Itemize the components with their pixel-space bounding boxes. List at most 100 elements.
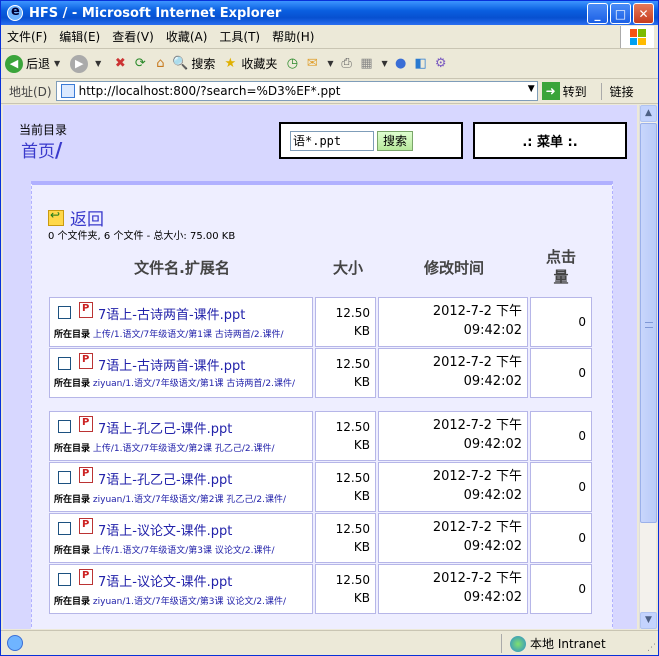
- research-icon[interactable]: ⚙: [432, 55, 450, 73]
- folder-link[interactable]: 上传/1.语文/7年级语文/第3课 议论文/2.课件/: [93, 546, 275, 556]
- file-link[interactable]: 7语上-议论文-课件.ppt: [98, 520, 232, 539]
- loc-label: 所在目录: [54, 546, 91, 556]
- print-icon[interactable]: ⎙: [338, 55, 356, 73]
- status-bar: 本地 Intranet ⋰: [1, 630, 658, 655]
- file-size: 12.50 KB: [315, 462, 376, 512]
- file-name-cell: 7语上-议论文-课件.ppt 所在目录 ziyuan/1.语文/7年级语文/第3…: [49, 564, 313, 614]
- menu-edit[interactable]: 编辑(E): [53, 28, 106, 45]
- links-button[interactable]: 链接: [600, 82, 634, 100]
- menu-tools[interactable]: 工具(T): [213, 28, 266, 45]
- maximize-button[interactable]: □: [610, 3, 631, 24]
- history-icon[interactable]: ◷: [283, 55, 301, 73]
- security-zone: 本地 Intranet: [501, 634, 606, 653]
- scroll-up-button[interactable]: ▲: [640, 105, 657, 122]
- table-row: 7语上-议论文-课件.ppt 所在目录 ziyuan/1.语文/7年级语文/第3…: [48, 563, 611, 614]
- home-icon[interactable]: ⌂: [151, 55, 169, 73]
- table-row: 7语上-孔乙己-课件.ppt 所在目录 上传/1.语文/7年级语文/第2课 孔乙…: [48, 410, 611, 461]
- menu-bar: 文件(F) 编辑(E) 查看(V) 收藏(A) 工具(T) 帮助(H): [1, 25, 658, 49]
- folder-link[interactable]: ziyuan/1.语文/7年级语文/第1课 古诗两首/2.课件/: [93, 379, 295, 389]
- file-modified: 2012-7-2 下午 09:42:02: [378, 564, 528, 614]
- scroll-thumb[interactable]: [640, 123, 657, 523]
- standard-toolbar: ◀ 后退 ▼ ▶ ▼ ✖ ⟳ ⌂ 🔍 搜索 ★ 收藏夹 ◷ ✉ ▼ ⎙ ▦ ▼ ● ◧ …: [1, 49, 658, 79]
- file-checkbox[interactable]: [58, 573, 71, 586]
- mail-icon[interactable]: ✉: [303, 55, 321, 73]
- folder-link[interactable]: 上传/1.语文/7年级语文/第2课 孔乙己/2.课件/: [93, 444, 275, 454]
- stop-icon[interactable]: ✖: [111, 55, 129, 73]
- column-header-size[interactable]: 大小: [317, 257, 379, 278]
- close-button[interactable]: ✕: [633, 3, 654, 24]
- loc-label: 所在目录: [54, 379, 91, 389]
- folder-summary: 0 个文件夹, 6 个文件 - 总大小: 75.00 KB: [48, 231, 236, 242]
- back-arrow-icon: ◀: [5, 54, 23, 73]
- ppt-file-icon: [79, 353, 93, 369]
- address-input[interactable]: http://localhost:800/?search=%D3%EF*.ppt…: [55, 81, 538, 101]
- menu-file[interactable]: 文件(F): [1, 28, 53, 45]
- related-icon[interactable]: ◧: [412, 55, 430, 73]
- ie-window: HFS / - Microsoft Internet Explorer _ □ …: [0, 0, 659, 656]
- back-folder-icon: [48, 208, 64, 226]
- file-hits: 0: [530, 513, 592, 563]
- column-header-hits[interactable]: 点击量: [540, 247, 582, 287]
- windows-logo-icon: [620, 26, 654, 48]
- page-status-icon: [7, 635, 23, 651]
- file-link[interactable]: 7语上-古诗两首-课件.ppt: [98, 304, 245, 323]
- back-button[interactable]: ◀ 后退 ▼: [5, 54, 64, 73]
- loc-label: 所在目录: [54, 330, 91, 340]
- go-arrow-icon: ➜: [541, 82, 560, 100]
- file-checkbox[interactable]: [58, 522, 71, 535]
- page-content: 当前目录 首页/ 搜索 .: 菜单 :. 返回 0 个文件夹, 6 个文件 - …: [3, 105, 637, 629]
- minimize-button[interactable]: _: [587, 3, 608, 24]
- file-checkbox[interactable]: [58, 306, 71, 319]
- file-hits: 0: [530, 297, 592, 347]
- file-modified: 2012-7-2 下午 09:42:02: [378, 297, 528, 347]
- file-table: 7语上-古诗两首-课件.ppt 所在目录 上传/1.语文/7年级语文/第1课 古…: [48, 296, 611, 614]
- file-size: 12.50 KB: [315, 564, 376, 614]
- go-button[interactable]: ➜ 转到: [541, 82, 587, 100]
- menu-box[interactable]: .: 菜单 :.: [473, 122, 627, 159]
- folder-link[interactable]: 上传/1.语文/7年级语文/第1课 古诗两首/2.课件/: [93, 330, 284, 340]
- folder-link[interactable]: ziyuan/1.语文/7年级语文/第2课 孔乙己/2.课件/: [93, 495, 286, 505]
- file-hits: 0: [530, 411, 592, 461]
- file-name-cell: 7语上-古诗两首-课件.ppt 所在目录 ziyuan/1.语文/7年级语文/第…: [49, 348, 313, 398]
- column-header-name[interactable]: 文件名.扩展名: [122, 257, 242, 278]
- file-name-cell: 7语上-古诗两首-课件.ppt 所在目录 上传/1.语文/7年级语文/第1课 古…: [49, 297, 313, 347]
- file-checkbox[interactable]: [58, 357, 71, 370]
- file-checkbox[interactable]: [58, 420, 71, 433]
- file-modified: 2012-7-2 下午 09:42:02: [378, 411, 528, 461]
- table-row: 7语上-古诗两首-课件.ppt 所在目录 上传/1.语文/7年级语文/第1课 古…: [48, 296, 611, 347]
- chevron-down-icon[interactable]: ▼: [528, 84, 535, 94]
- file-modified: 2012-7-2 下午 09:42:02: [378, 348, 528, 398]
- ppt-file-icon: [79, 467, 93, 483]
- file-checkbox[interactable]: [58, 471, 71, 484]
- resize-grip-icon[interactable]: ⋰: [647, 643, 656, 653]
- file-modified: 2012-7-2 下午 09:42:02: [378, 513, 528, 563]
- vertical-scrollbar[interactable]: ▲ ▼: [639, 105, 657, 629]
- file-link[interactable]: 7语上-孔乙己-课件.ppt: [98, 469, 232, 488]
- search-submit-button[interactable]: 搜索: [377, 130, 414, 151]
- file-link[interactable]: 7语上-议论文-课件.ppt: [98, 571, 232, 590]
- title-bar[interactable]: HFS / - Microsoft Internet Explorer _ □ …: [1, 1, 658, 25]
- folder-link[interactable]: ziyuan/1.语文/7年级语文/第3课 议论文/2.课件/: [93, 597, 286, 607]
- menu-help[interactable]: 帮助(H): [266, 28, 320, 45]
- menu-view[interactable]: 查看(V): [106, 28, 160, 45]
- file-name-cell: 7语上-孔乙己-课件.ppt 所在目录 ziyuan/1.语文/7年级语文/第2…: [49, 462, 313, 512]
- page-icon: [60, 84, 75, 98]
- forward-button[interactable]: ▶ ▼: [70, 54, 105, 73]
- search-input[interactable]: [290, 130, 374, 151]
- table-row: 7语上-古诗两首-课件.ppt 所在目录 ziyuan/1.语文/7年级语文/第…: [48, 347, 611, 398]
- file-link[interactable]: 7语上-古诗两首-课件.ppt: [98, 355, 245, 374]
- file-link[interactable]: 7语上-孔乙己-课件.ppt: [98, 418, 232, 437]
- file-size: 12.50 KB: [315, 348, 376, 398]
- ppt-file-icon: [79, 416, 93, 432]
- search-button[interactable]: 🔍 搜索: [171, 55, 215, 73]
- ppt-file-icon: [79, 518, 93, 534]
- star-icon: ★: [224, 55, 237, 71]
- column-header-modified[interactable]: 修改时间: [379, 257, 529, 278]
- messenger-icon[interactable]: ●: [392, 55, 410, 73]
- favorites-button[interactable]: ★ 收藏夹: [221, 55, 278, 73]
- refresh-icon[interactable]: ⟳: [131, 55, 149, 73]
- home-link[interactable]: 首页/: [21, 137, 62, 162]
- scroll-down-button[interactable]: ▼: [640, 612, 657, 629]
- edit-icon[interactable]: ▦: [358, 55, 376, 73]
- menu-favorites[interactable]: 收藏(A): [160, 28, 214, 45]
